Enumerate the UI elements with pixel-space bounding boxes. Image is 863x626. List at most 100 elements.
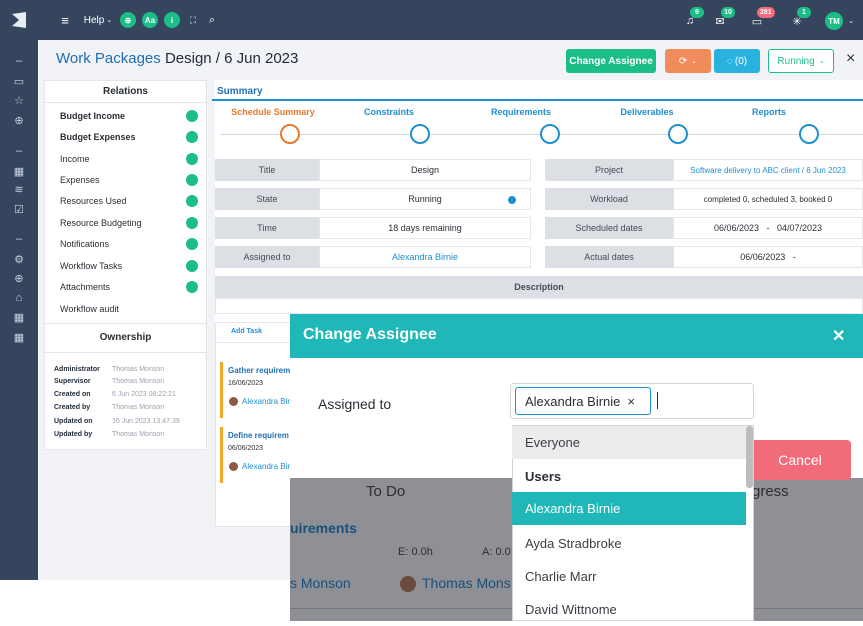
assigned-field-value[interactable]: Alexandra Birnie (319, 246, 531, 268)
modal-close-icon[interactable]: ✕ (832, 326, 845, 346)
status-dot (186, 131, 198, 143)
status-dropdown[interactable]: Running ⌄ (768, 49, 834, 73)
relation-item[interactable]: Workflow Tasks (60, 260, 200, 272)
state-field-value: Running (319, 188, 531, 210)
task-date: 06/06/2023 (228, 445, 264, 452)
info-label: i (170, 15, 174, 25)
status-dot (186, 281, 198, 293)
board-estimate: E: 0.0h (398, 546, 433, 558)
building-icon[interactable]: ⌂ (0, 289, 38, 307)
alerts-badge: 1 (797, 7, 811, 18)
ownership-divider (44, 352, 207, 353)
relation-item[interactable]: Notifications (60, 238, 200, 250)
divider-icon: – (15, 233, 23, 245)
ownership-title: Ownership (99, 332, 152, 343)
breadcrumb-module[interactable]: Work Packages (56, 50, 161, 67)
task-card[interactable]: Define requirem 06/06/2023 Alexandra Bir (220, 427, 295, 483)
step-requirements[interactable]: Requirements (466, 107, 576, 117)
relation-item[interactable]: Budget Expenses (60, 131, 200, 143)
relation-item[interactable]: Attachments (60, 281, 200, 293)
relation-label: Workflow audit (60, 304, 119, 314)
ownership-key: Updated by (54, 431, 93, 438)
step-circle[interactable] (540, 124, 560, 144)
search-icon[interactable]: ⌕ (205, 12, 219, 28)
step-reports[interactable]: Reports (714, 107, 824, 117)
relation-item[interactable]: Budget Income (60, 110, 200, 122)
layers-icon[interactable]: ≋ (0, 180, 38, 198)
checklist-icon[interactable]: ☑ (0, 200, 38, 218)
step-constraints[interactable]: Constraints (334, 107, 444, 117)
chevron-down-icon[interactable]: ⌄ (846, 14, 856, 28)
step-circle[interactable] (668, 124, 688, 144)
step-schedule-summary[interactable]: Schedule Summary (218, 107, 328, 117)
assigned-field-label: Assigned to (215, 246, 319, 268)
change-assignee-button[interactable]: Change Assignee (566, 49, 656, 73)
fullscreen-icon[interactable]: ⛶ (186, 12, 200, 28)
selected-assignee-tag[interactable]: Alexandra Birnie × (515, 387, 651, 415)
task-assignee[interactable]: Alexandra Bir (242, 462, 290, 471)
chevron-down-icon: ⌄ (818, 58, 825, 65)
relation-item[interactable]: Resource Budgeting (60, 217, 200, 229)
step-deliverables[interactable]: Deliverables (592, 107, 702, 117)
actual-dates-label: Actual dates (545, 246, 673, 268)
collapse-icon[interactable]: – (0, 52, 38, 70)
ownership-value: Thomas Monson (112, 431, 165, 438)
cancel-button[interactable]: Cancel (749, 440, 851, 480)
globe-icon[interactable]: ⊕ (120, 12, 136, 28)
dropdown-option-highlighted[interactable]: Alexandra Birnie (512, 492, 746, 525)
actions-dropdown-button[interactable]: ⟳ ⌄ (665, 49, 711, 73)
help-menu[interactable]: Help ⌄ (82, 12, 114, 28)
relation-label: Budget Income (60, 111, 126, 121)
remove-tag-icon[interactable]: × (627, 394, 635, 409)
relation-label: Budget Expenses (60, 132, 136, 142)
project-field-value[interactable]: Software delivery to ABC client / 6 Jun … (673, 159, 863, 181)
close-icon[interactable]: × (846, 50, 860, 70)
dropdown-option[interactable]: David Wittnome (512, 593, 746, 626)
selected-assignee-name: Alexandra Birnie (525, 393, 621, 409)
change-assignee-label: Change Assignee (569, 55, 653, 67)
info-button[interactable]: i (164, 12, 180, 28)
task-column-divider (215, 342, 295, 343)
task-card[interactable]: Gather requirem 16/06/2023 Alexandra Bir (220, 362, 295, 418)
app-logo[interactable] (9, 10, 29, 30)
task-assignee[interactable]: Alexandra Bir (242, 397, 290, 406)
dropdown-option-everyone[interactable]: Everyone (512, 426, 746, 459)
star-icon[interactable]: ☆ (0, 91, 38, 109)
add-task-link[interactable]: Add Task (231, 328, 262, 335)
globe-icon[interactable]: ⊕ (0, 269, 38, 287)
relation-item[interactable]: Income (60, 153, 200, 165)
board-progress-label: gress (752, 483, 789, 500)
user-avatar[interactable]: TM (825, 12, 843, 30)
folder-icon[interactable]: ▭ (0, 72, 38, 90)
description-header: Description (215, 276, 863, 298)
relation-item[interactable]: Resources Used (60, 195, 200, 207)
add-circle-icon[interactable]: ⊕ (0, 111, 38, 129)
settings-icon[interactable]: ⚙ (0, 250, 38, 268)
relation-item[interactable]: Workflow audit (60, 304, 200, 314)
actions-icon: ⟳ (678, 55, 688, 67)
time-field-value: 18 days remaining (319, 217, 531, 239)
tab-summary[interactable]: Summary (217, 86, 263, 97)
apps-icon[interactable]: ▦ (0, 308, 38, 326)
top-bar: ≡ Help ⌄ ⊕ Aa i ⛶ ⌕ ♫ 9 ✉ 10 ▭ 281 ✳ 1 T… (0, 0, 863, 40)
dropdown-option[interactable]: Charlie Marr (512, 560, 746, 593)
grid-icon[interactable]: ▦ (0, 162, 38, 180)
step-circle[interactable] (410, 124, 430, 144)
hamburger-menu-icon[interactable]: ≡ (58, 12, 72, 28)
sidebar: – ▭ ☆ ⊕ – ▦ ≋ ☑ – ⚙ ⊕ ⌂ ▦ ▦ (0, 40, 38, 580)
font-size-button[interactable]: Aa (142, 12, 158, 28)
board-todo-label: To Do (366, 483, 406, 500)
step-circle[interactable] (280, 124, 300, 144)
comments-button[interactable]: ◌ (0) (714, 49, 760, 73)
apps-alt-icon[interactable]: ▦ (0, 328, 38, 346)
dropdown-option[interactable]: Ayda Stradbroke (512, 527, 746, 560)
scheduled-dates-value: 06/06/2023 - 04/07/2023 (673, 217, 863, 239)
dropdown-scrollbar[interactable] (746, 426, 753, 488)
ownership-row: Administrator Thomas Monson (54, 366, 164, 373)
step-circle[interactable] (799, 124, 819, 144)
board-user-b: Thomas Mons (422, 575, 511, 591)
relation-item[interactable]: Expenses (60, 174, 200, 186)
relations-title: Relations (102, 86, 148, 97)
avatar-initials: TM (828, 16, 840, 26)
ownership-key: Updated on (54, 418, 93, 425)
